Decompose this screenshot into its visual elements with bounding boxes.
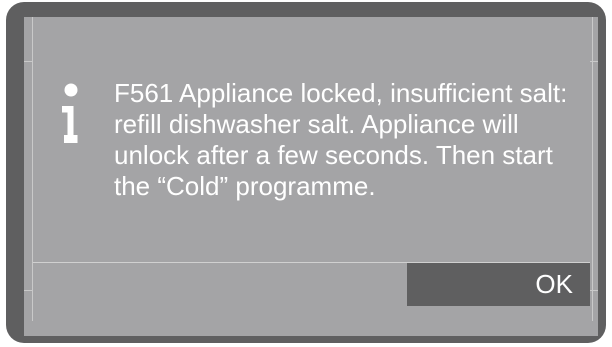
info-icon <box>62 83 78 143</box>
scroll-tick <box>590 61 598 62</box>
scroll-tick <box>24 61 33 62</box>
scroll-tick <box>590 290 598 291</box>
button-bar: OK <box>33 262 590 306</box>
scroll-tick <box>24 290 33 291</box>
ok-button[interactable]: OK <box>407 263 590 306</box>
error-message: F561 Appliance locked, insufficient salt… <box>114 78 568 201</box>
